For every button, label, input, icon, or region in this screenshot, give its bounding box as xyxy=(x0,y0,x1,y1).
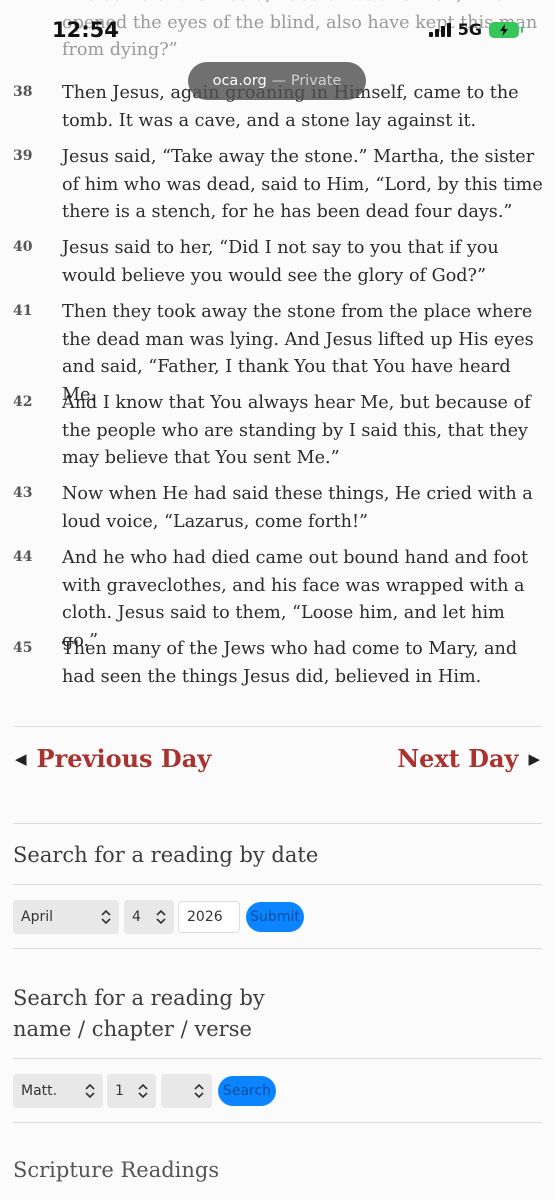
battery-charging-icon xyxy=(489,21,523,38)
chapter-select[interactable]: 1 xyxy=(107,1074,156,1108)
year-input[interactable]: 2026 xyxy=(178,901,240,933)
verse-text: Then many of the Jews who had come to Ma… xyxy=(62,639,518,687)
divider xyxy=(13,884,542,885)
book-select[interactable]: Matt. xyxy=(13,1074,103,1108)
status-bar: 12:54 5G xyxy=(0,0,555,62)
chapter-select-value: 1 xyxy=(115,1083,124,1099)
verse-number: 39 xyxy=(13,148,33,164)
next-day-label: Next Day xyxy=(397,744,519,773)
status-indicators: 5G xyxy=(428,20,523,39)
triangle-right-icon: ▶ xyxy=(528,749,540,768)
chevron-up-down-icon xyxy=(194,1083,204,1099)
divider xyxy=(13,726,542,727)
month-select-value: April xyxy=(21,909,53,925)
chevron-up-down-icon xyxy=(156,909,166,925)
submit-button[interactable]: Submit xyxy=(246,902,304,932)
verse-number: 41 xyxy=(13,303,33,319)
month-select[interactable]: April xyxy=(13,900,119,934)
verse-select[interactable] xyxy=(161,1074,212,1108)
verse-search-title-line2: name / chapter / verse xyxy=(13,1017,252,1041)
chevron-up-down-icon xyxy=(138,1083,148,1099)
book-select-value: Matt. xyxy=(21,1083,58,1099)
scripture-readings-title: Scripture Readings xyxy=(13,1158,220,1182)
divider xyxy=(13,823,542,824)
next-day-link[interactable]: Next Day ▶ xyxy=(397,744,540,773)
search-button[interactable]: Search xyxy=(218,1076,276,1106)
verse-number: 45 xyxy=(13,640,33,656)
verse-number: 42 xyxy=(13,394,33,410)
verse-number: 40 xyxy=(13,239,33,255)
cellular-signal-icon xyxy=(428,22,451,37)
verse-number: 44 xyxy=(13,549,33,565)
day-select[interactable]: 4 xyxy=(124,900,174,934)
status-time: 12:54 xyxy=(52,18,119,42)
divider xyxy=(13,948,542,949)
url-domain: oca.org xyxy=(212,73,267,89)
verse-number: 38 xyxy=(13,84,33,100)
chevron-up-down-icon xyxy=(101,909,111,925)
verse-text: Jesus said to her, “Did I not say to you… xyxy=(62,238,499,286)
verse-text: And I know that You always hear Me, but … xyxy=(62,393,531,468)
verse-number: 43 xyxy=(13,485,33,501)
day-select-value: 4 xyxy=(132,909,141,925)
chevron-up-down-icon xyxy=(85,1083,95,1099)
previous-day-link[interactable]: ◀ Previous Day xyxy=(15,744,211,773)
verse-search-title-line1: Search for a reading by xyxy=(13,986,265,1010)
date-search-title: Search for a reading by date xyxy=(13,843,319,867)
previous-day-label: Previous Day xyxy=(36,744,212,773)
divider xyxy=(13,1122,542,1123)
triangle-left-icon: ◀ xyxy=(15,749,27,768)
verse-search-title: Search for a reading by name / chapter /… xyxy=(13,983,265,1045)
verse-text: Jesus said, “Take away the stone.” Marth… xyxy=(62,147,543,222)
divider xyxy=(13,1058,542,1059)
private-mode-label: — Private xyxy=(271,73,342,89)
verse-text: Now when He had said these things, He cr… xyxy=(62,484,533,532)
browser-url-pill[interactable]: oca.org — Private xyxy=(188,62,366,100)
network-type: 5G xyxy=(457,20,482,39)
